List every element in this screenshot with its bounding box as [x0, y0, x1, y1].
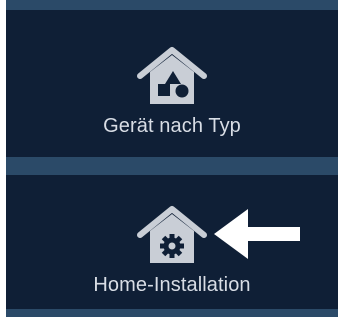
screenshot-frame: Gerät nach Typ Home-Installation [0, 0, 338, 317]
device-by-type-tile[interactable]: Gerät nach Typ [6, 46, 338, 138]
left-arrow-icon [214, 209, 300, 259]
device-by-type-panel[interactable]: Gerät nach Typ [6, 0, 338, 167]
home-installation-label: Home-Installation [93, 274, 251, 296]
panel-top-separator [6, 167, 338, 175]
panel-bottom-separator [6, 309, 338, 317]
device-by-type-label: Gerät nach Typ [103, 115, 241, 137]
house-shapes-icon [137, 47, 207, 104]
panel-bottom-separator [6, 157, 338, 167]
house-gear-icon [137, 206, 207, 263]
panel-top-separator [6, 0, 338, 10]
